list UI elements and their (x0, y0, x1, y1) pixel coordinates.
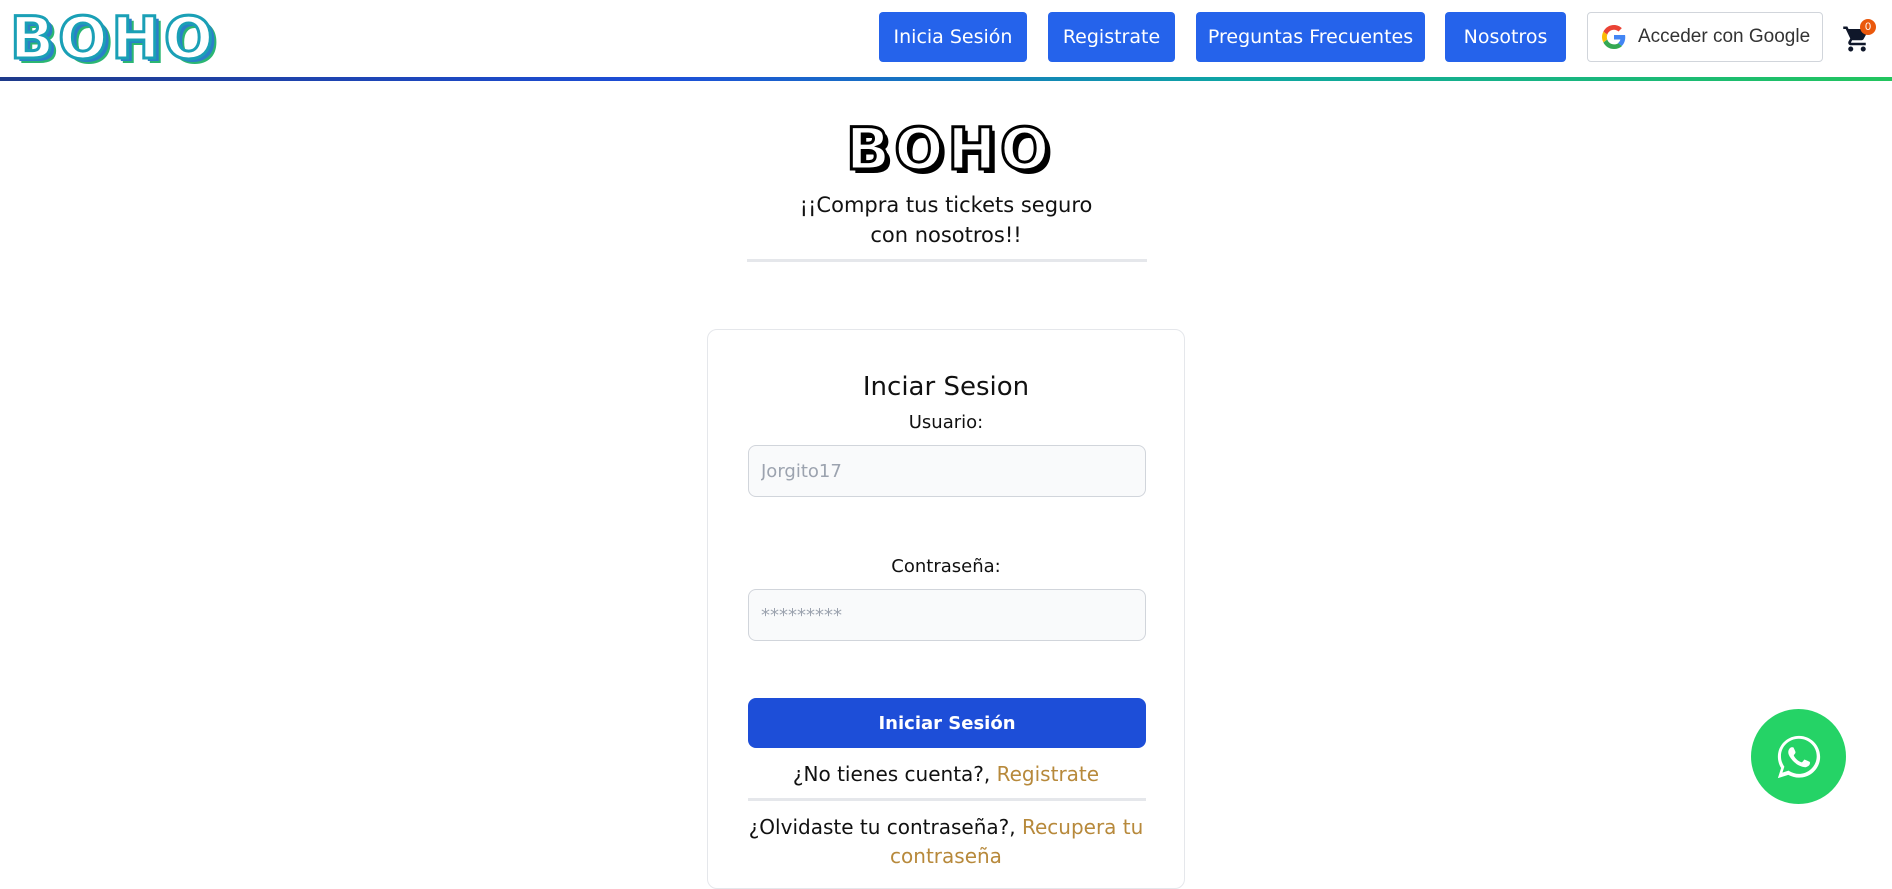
hero-logo: BOHO (845, 115, 1054, 183)
login-submit-button[interactable]: Iniciar Sesión (748, 698, 1146, 748)
recover-prompt: ¿Olvidaste tu contraseña?, Recupera tu c… (707, 813, 1185, 871)
card-divider (748, 798, 1146, 801)
password-label: Contraseña: (891, 556, 1001, 577)
google-signin-label: Acceder con Google (1638, 26, 1811, 47)
whatsapp-button[interactable] (1751, 709, 1846, 804)
nav-register-button[interactable]: Registrate (1048, 12, 1175, 62)
password-input[interactable] (748, 589, 1146, 641)
register-prompt: ¿No tienes cuenta?, Registrate (707, 760, 1185, 789)
username-input[interactable] (748, 445, 1146, 497)
register-link[interactable]: Registrate (997, 762, 1099, 786)
login-title: Inciar Sesion (862, 372, 1030, 402)
whatsapp-icon (1777, 735, 1820, 778)
google-signin-button[interactable]: Acceder con Google (1587, 12, 1823, 62)
nav-about-button[interactable]: Nosotros (1445, 12, 1566, 62)
navbar-gradient-line (0, 77, 1892, 81)
register-prompt-text: ¿No tienes cuenta?, (792, 762, 997, 786)
nav-login-button[interactable]: Inicia Sesión (879, 12, 1027, 62)
hero-tagline: ¡¡Compra tus tickets seguro con nosotros… (799, 193, 1093, 247)
hero-divider (747, 259, 1147, 262)
nav-faq-button[interactable]: Preguntas Frecuentes (1196, 12, 1425, 62)
brand-logo[interactable]: BOHO (8, 7, 217, 70)
google-icon (1602, 25, 1626, 49)
recover-prompt-text: ¿Olvidaste tu contraseña?, (748, 815, 1022, 839)
cart-count-badge: 0 (1860, 19, 1876, 35)
username-label: Usuario: (908, 412, 984, 433)
